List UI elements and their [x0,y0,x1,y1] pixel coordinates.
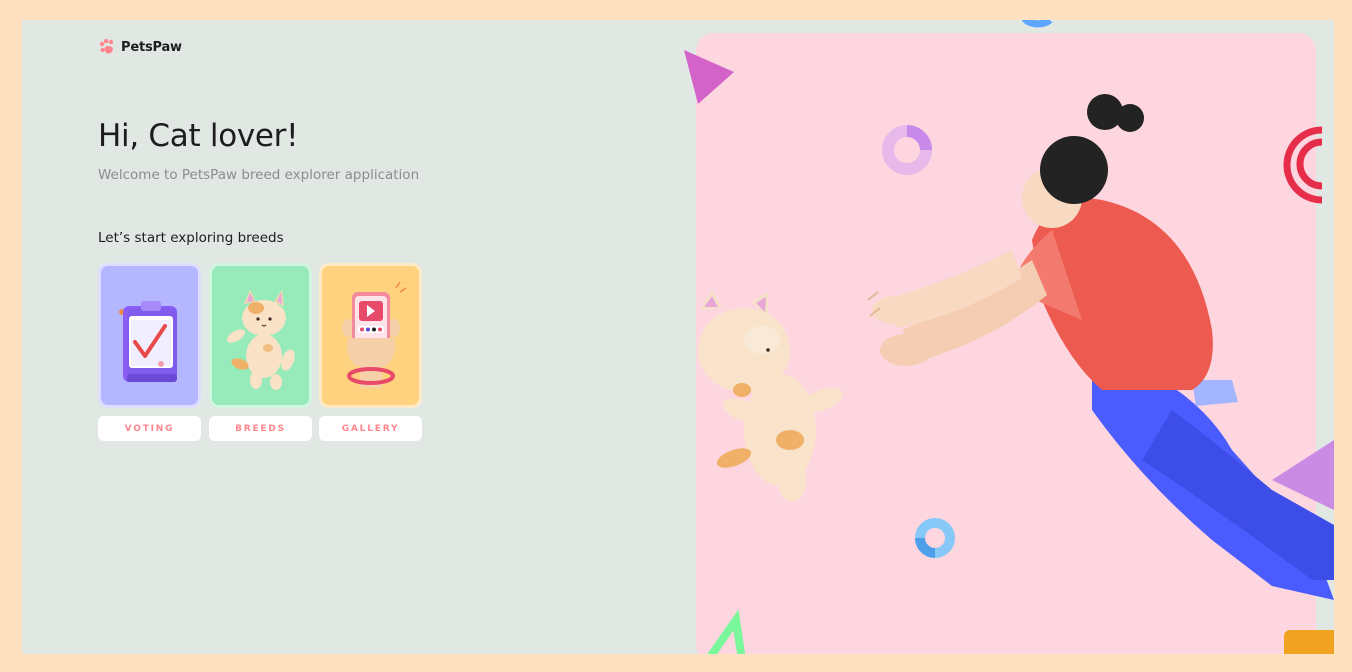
breeds-button[interactable]: BREEDS [209,416,312,441]
cat-figure [698,290,843,502]
triangle-shape [684,50,734,104]
logo-text: PetsPaw [121,39,182,55]
section-title: Let’s start exploring breeds [98,230,284,246]
logo[interactable]: PetsPaw [98,38,182,56]
hero-illustration [684,20,1334,654]
paw-icon [99,39,114,54]
voting-button[interactable]: VOTING [98,416,201,441]
page-subtitle: Welcome to PetsPaw breed explorer applic… [98,167,420,183]
voting-card[interactable] [98,263,201,408]
breeds-card[interactable] [209,263,312,408]
page-title: Hi, Cat lover! [98,118,299,154]
phone-gallery-icon [341,281,406,388]
app-window: PetsPaw Hi, Cat lover! Welcome to PetsPa… [22,20,1334,654]
clipboard-check-icon [118,300,177,382]
cat-icon [226,289,295,390]
gallery-button[interactable]: GALLERY [319,416,422,441]
gallery-card[interactable] [319,263,422,408]
